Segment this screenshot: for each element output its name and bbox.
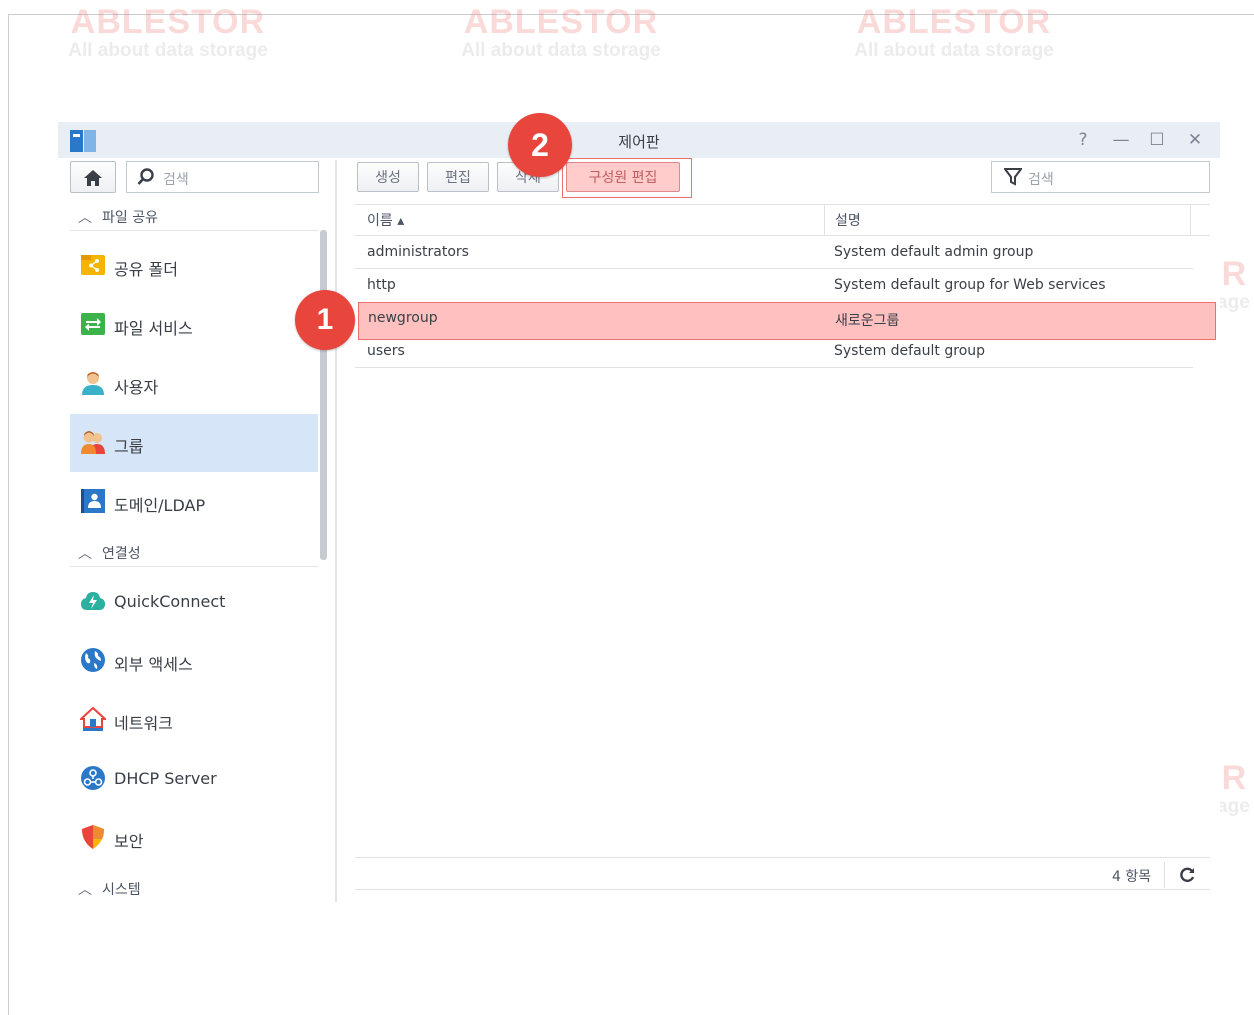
sidebar-item-file-services[interactable]: 파일 서비스 [70,296,318,354]
pane-divider [335,160,337,902]
sidebar-scrollbar[interactable] [320,230,327,560]
window-title: 제어판 [618,133,660,151]
edit-button[interactable]: 편집 [427,162,489,192]
network-icon [80,706,106,731]
chevron-up-icon: ︿ [78,210,92,226]
sidebar: 검색 ︿ 파일 공유 공유 폴더 파일 서비스 사용자 그룹 도메인/LDAP … [58,158,338,902]
sidebar-item-quickconnect[interactable]: QuickConnect [70,573,318,631]
sidebar-item-security[interactable]: 보안 [70,809,318,867]
sidebar-item-network[interactable]: 네트워크 [70,691,318,749]
table-row[interactable]: administrators System default admin grou… [355,236,1207,269]
divider [70,566,318,567]
title-bar[interactable]: 제어판 ? — ☐ ✕ [58,122,1220,158]
file-services-icon [81,313,105,335]
chevron-up-icon: ︿ [78,882,92,898]
search-icon [137,168,154,185]
divider [355,889,1210,890]
chevron-up-icon: ︿ [78,546,92,562]
group-icon [81,431,105,454]
highlight-edit-members [562,158,692,198]
footer-separator [1164,862,1165,888]
column-separator [824,204,825,236]
user-icon [82,372,104,395]
table-row[interactable]: users System default group [355,340,1207,373]
filter-icon [1004,168,1022,186]
home-icon [84,170,102,186]
shared-folder-icon [81,255,105,275]
sidebar-item-dhcp-server[interactable]: DHCP Server [70,750,318,808]
refresh-icon[interactable] [1179,867,1195,883]
domain-ldap-icon [81,489,105,513]
sidebar-item-shared-folder[interactable]: 공유 폴더 [70,237,318,295]
maximize-icon[interactable]: ☐ [1146,130,1168,150]
table-row[interactable]: http System default group for Web servic… [355,269,1207,302]
sidebar-search-input[interactable]: 검색 [126,161,319,193]
sidebar-item-user[interactable]: 사용자 [70,355,318,413]
quickconnect-icon [81,592,105,610]
home-button[interactable] [70,161,116,193]
close-icon[interactable]: ✕ [1184,130,1206,150]
help-icon[interactable]: ? [1072,130,1094,150]
minimize-icon[interactable]: — [1110,130,1132,150]
group-search-input[interactable]: 검색 [991,161,1210,193]
shield-icon [82,825,104,849]
sidebar-item-group[interactable]: 그룹 [70,414,318,472]
create-button[interactable]: 생성 [357,162,419,192]
external-access-icon [81,648,105,672]
column-separator [1190,204,1191,236]
step-badge-1: 1 [295,290,355,350]
section-header-file-sharing[interactable]: ︿ 파일 공유 [78,207,158,227]
divider [70,230,318,231]
divider [355,204,1210,205]
dhcp-server-icon [81,766,105,790]
divider [355,857,1210,858]
section-header-system[interactable]: ︿ 시스템 [78,879,141,899]
column-header-description[interactable]: 설명 [835,210,861,230]
item-count: 4 항목 [1112,869,1152,885]
divider [355,367,1193,368]
table-row-selected[interactable]: newgroup 새로운그룹 [358,302,1216,340]
section-header-connectivity[interactable]: ︿ 연결성 [78,543,141,563]
sidebar-item-external-access[interactable]: 외부 액세스 [70,632,318,690]
column-header-name[interactable]: 이름 ▴ [367,210,404,230]
sidebar-item-domain-ldap[interactable]: 도메인/LDAP [70,473,318,531]
step-badge-2: 2 [508,113,572,177]
control-panel-window: 제어판 ? — ☐ ✕ 검색 ︿ 파일 공유 공유 폴더 파일 서비스 사용자 … [58,122,1220,902]
